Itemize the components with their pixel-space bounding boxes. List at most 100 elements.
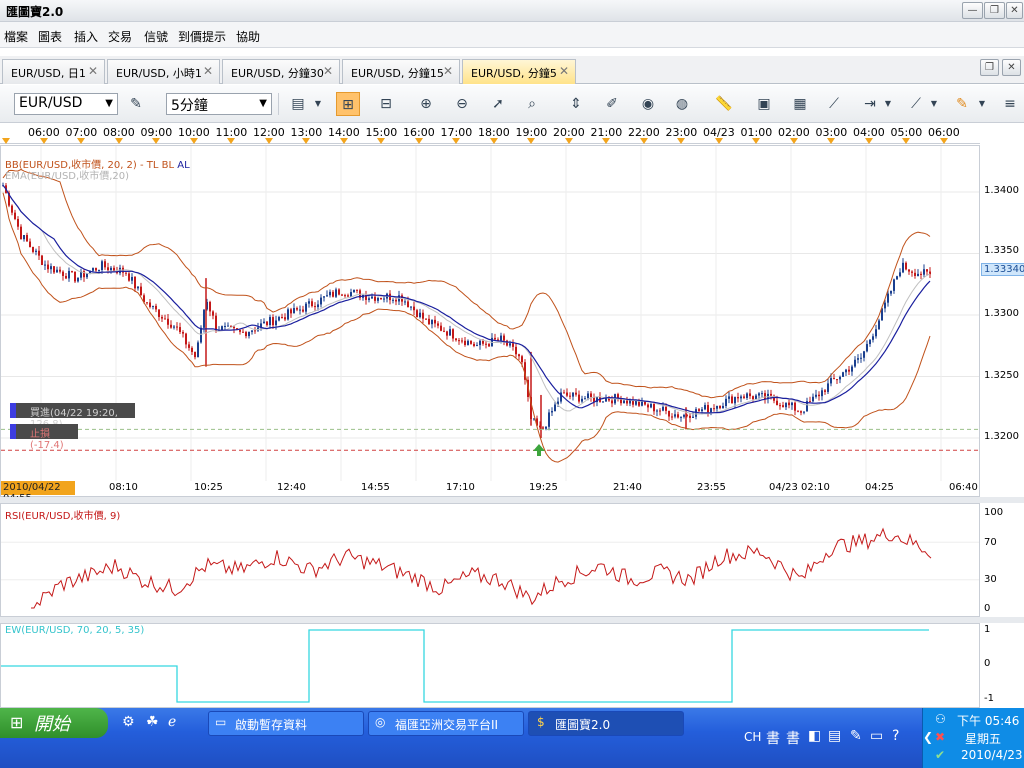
close-icon[interactable]: ✕ xyxy=(203,64,213,78)
candle-body xyxy=(566,392,568,396)
image-icon[interactable]: ▣ xyxy=(752,92,776,116)
pen-icon[interactable]: ✎ xyxy=(950,92,974,116)
price-chart[interactable]: BB(EUR/USD,收市價, 20, 2) - TL BL AL EMA(EU… xyxy=(0,145,980,504)
symbol-select[interactable]: EUR/USD ▼ xyxy=(14,93,118,115)
tray-collapse-icon[interactable]: ❮ xyxy=(923,730,933,744)
rsi-chart[interactable]: RSI(EUR/USD,收市價, 9) xyxy=(0,503,980,617)
candle-body xyxy=(512,343,514,347)
ime-icon[interactable]: 書 xyxy=(766,728,780,748)
punctuation-icon[interactable]: ▤ xyxy=(828,728,841,744)
close-icon[interactable]: ✕ xyxy=(559,64,569,78)
symbol-settings-icon[interactable]: ✎ xyxy=(124,92,148,116)
close-button[interactable]: ✕ xyxy=(1006,2,1023,19)
candle-body xyxy=(584,398,586,400)
candle-body xyxy=(419,312,421,318)
task-chart-app[interactable]: $ 匯圖寶2.0 xyxy=(528,711,684,736)
close-icon[interactable]: ✕ xyxy=(88,64,98,78)
menu-file[interactable]: 檔案 xyxy=(4,28,28,45)
zoom-in-icon[interactable]: ⊕ xyxy=(414,92,438,116)
restore-chart-button[interactable]: ❐ xyxy=(980,59,999,76)
tab-eurusd-m5[interactable]: EUR/USD, 分鐘5 ✕ xyxy=(462,59,576,84)
timeframe-select[interactable]: 5分鐘 ▼ xyxy=(166,93,272,115)
chevron-down-icon[interactable]: ▼ xyxy=(928,92,940,116)
messenger-icon[interactable]: ☘ xyxy=(146,714,159,730)
menu-price-alert[interactable]: 到價提示 xyxy=(178,28,226,45)
symbol-value: EUR/USD xyxy=(19,95,83,111)
bar-view-icon[interactable]: ⊟ xyxy=(374,92,398,116)
network-icon[interactable]: ⚇ xyxy=(935,712,946,726)
tab-eurusd-h1[interactable]: EUR/USD, 小時1 ✕ xyxy=(107,59,220,84)
candle-body xyxy=(410,306,412,308)
candle-body xyxy=(680,416,682,418)
chevron-down-icon[interactable]: ▼ xyxy=(976,92,988,116)
ime-mode-icon[interactable]: 書 xyxy=(786,728,800,748)
clock-time[interactable]: 下午 05:46 xyxy=(957,712,1019,729)
bb-tag-bl: BL xyxy=(161,160,175,171)
tab-eurusd-m30[interactable]: EUR/USD, 分鐘30 ✕ xyxy=(222,59,340,84)
candle-body xyxy=(473,343,475,346)
candle-body xyxy=(224,325,226,327)
ruler-icon[interactable]: 📏 xyxy=(712,92,736,116)
security-icon[interactable]: ✖ xyxy=(935,730,945,744)
candle-body xyxy=(164,318,166,320)
ew-chart[interactable]: EW(EUR/USD, 70, 20, 5, 35) xyxy=(0,623,980,708)
candle-body xyxy=(212,311,214,316)
candle-body xyxy=(440,325,442,331)
menu-trade[interactable]: 交易 xyxy=(108,28,132,45)
menu-chart[interactable]: 圖表 xyxy=(38,28,62,45)
shield-icon[interactable]: ✔ xyxy=(935,748,945,762)
language-indicator[interactable]: CH xyxy=(744,730,761,744)
candle-body xyxy=(152,305,154,307)
globe-icon[interactable]: ◍ xyxy=(670,92,694,116)
candle-view-icon[interactable]: ⊞ xyxy=(336,92,360,116)
menu-insert[interactable]: 插入 xyxy=(74,28,98,45)
candle-body xyxy=(755,395,757,400)
start-button[interactable]: ⊞ 開始 xyxy=(0,708,108,738)
bottom-axis-label: 14:55 xyxy=(361,482,390,493)
candle-body xyxy=(50,266,52,270)
buy-order-label[interactable]: 買進(04/22 19:20, 126.8) xyxy=(10,403,135,430)
candle-body xyxy=(266,321,268,326)
edit-icon[interactable]: ✐ xyxy=(600,92,624,116)
ime-options-icon[interactable]: ▭ xyxy=(870,728,883,744)
candle-body xyxy=(248,331,250,337)
candle-body xyxy=(185,333,187,345)
minimize-button[interactable]: — xyxy=(962,2,983,19)
template-icon[interactable]: ▦ xyxy=(788,92,812,116)
zoom-area-icon[interactable]: ⌕ xyxy=(520,92,544,116)
eye-icon[interactable]: ◉ xyxy=(636,92,660,116)
close-icon[interactable]: ✕ xyxy=(443,64,453,78)
session-marker-icon xyxy=(414,138,423,144)
task-temp-data[interactable]: ▭ 啟動暫存資料 xyxy=(208,711,364,736)
menu-signal[interactable]: 信號 xyxy=(144,28,168,45)
halfwidth-icon[interactable]: ◧ xyxy=(808,728,821,744)
zoom-out-icon[interactable]: ⊖ xyxy=(450,92,474,116)
candle-body xyxy=(863,351,865,358)
close-chart-button[interactable]: ✕ xyxy=(1002,59,1021,76)
menu-help[interactable]: 協助 xyxy=(236,28,260,45)
draw-line-icon[interactable]: ⟋ xyxy=(904,92,928,116)
task-trading-platform[interactable]: ◎ 福匯亞洲交易平台II xyxy=(368,711,524,736)
close-icon[interactable]: ✕ xyxy=(323,64,333,78)
tab-eurusd-d1[interactable]: EUR/USD, 日1 ✕ xyxy=(2,59,105,84)
softkeyboard-icon[interactable]: ✎ xyxy=(850,728,862,744)
chevron-down-icon[interactable]: ▼ xyxy=(882,92,894,116)
tab-eurusd-m15[interactable]: EUR/USD, 分鐘15 ✕ xyxy=(342,59,460,84)
restore-button[interactable]: ❐ xyxy=(984,2,1005,19)
candle-body xyxy=(350,292,352,297)
candle-body xyxy=(200,327,202,343)
browser-icon[interactable]: ℯ xyxy=(168,714,176,730)
help-icon[interactable]: ? xyxy=(892,728,899,744)
indicator-icon[interactable]: ⇥ xyxy=(858,92,882,116)
app-quicklaunch-icon[interactable]: ⚙ xyxy=(122,714,135,730)
chart-type-icon[interactable]: ▤ xyxy=(286,92,310,116)
cursor-icon[interactable]: ➚ xyxy=(486,92,510,116)
candle-body xyxy=(431,319,433,325)
fib-tool-icon[interactable]: ⟋ xyxy=(822,92,846,116)
more-icon[interactable]: ≡ xyxy=(1002,92,1018,116)
candle-body xyxy=(461,340,463,342)
candle-body xyxy=(785,402,787,408)
stop-loss-label[interactable]: 止損(-17.4) xyxy=(10,424,78,451)
crosshair-icon[interactable]: ⇕ xyxy=(564,92,588,116)
chevron-down-icon[interactable]: ▼ xyxy=(312,92,324,116)
